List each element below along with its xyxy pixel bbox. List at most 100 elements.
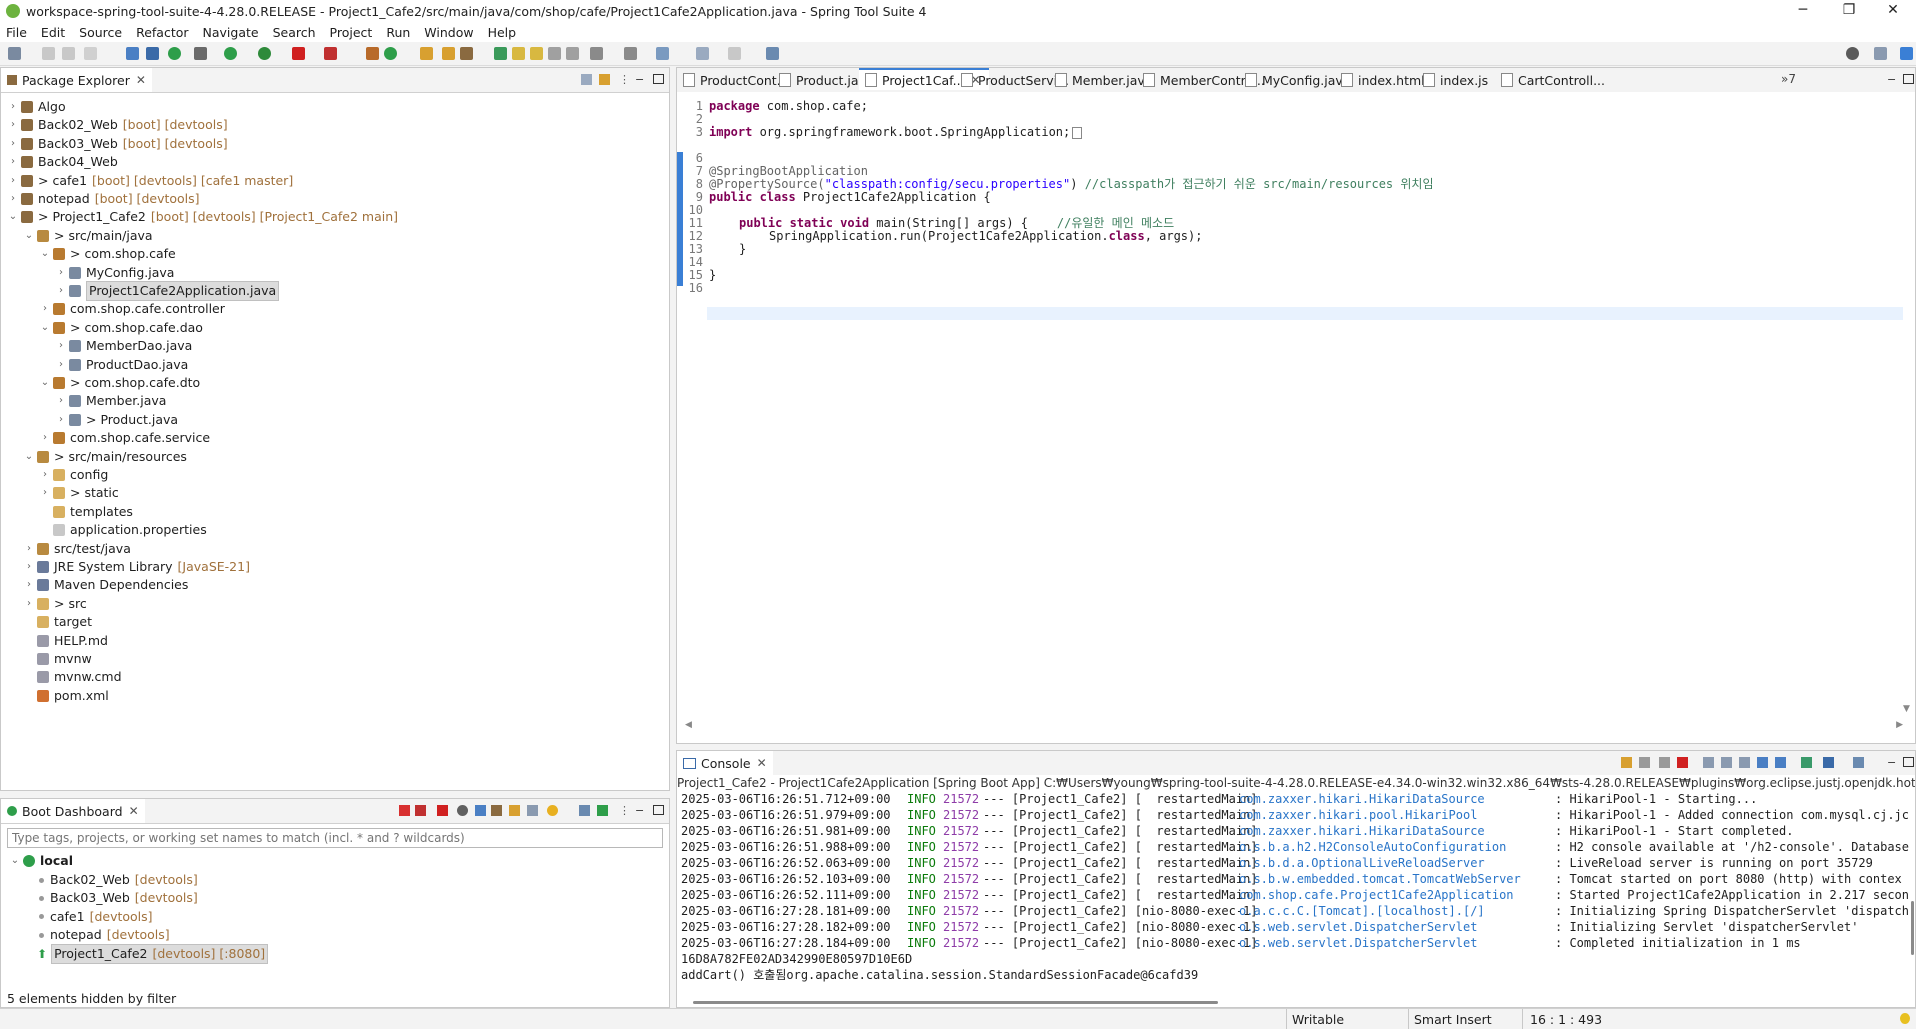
terminate-icon[interactable] bbox=[1677, 757, 1688, 768]
close-icon[interactable]: ✕ bbox=[136, 73, 146, 87]
edit-icon[interactable] bbox=[509, 805, 520, 816]
chevron-right-icon[interactable]: › bbox=[7, 135, 19, 153]
chevron-down-icon[interactable]: ⌄ bbox=[39, 245, 51, 263]
minimize-view-icon[interactable]: − bbox=[1887, 757, 1898, 768]
maximize-view-icon[interactable] bbox=[1903, 74, 1914, 84]
new-java-project-icon[interactable] bbox=[366, 47, 379, 60]
menu-edit[interactable]: Edit bbox=[41, 25, 65, 40]
tree-item[interactable]: ⌄ > com.shop.cafe bbox=[39, 245, 181, 263]
maximize-button[interactable]: ❐ bbox=[1826, 0, 1872, 22]
tree-item[interactable]: › com.shop.cafe.controller bbox=[39, 300, 230, 318]
java-perspective-icon[interactable] bbox=[1900, 47, 1913, 60]
close-button[interactable]: ✕ bbox=[1870, 0, 1916, 22]
tree-item[interactable]: › > cafe1 [boot] [devtools] [cafe1 master] bbox=[7, 172, 293, 190]
toggle-highlight-icon[interactable] bbox=[530, 47, 543, 60]
boot-app-item[interactable]: notepad [devtools] bbox=[37, 926, 170, 944]
open-type-icon[interactable] bbox=[420, 47, 433, 60]
pin-console-icon[interactable] bbox=[1775, 757, 1786, 768]
collapse-all-icon[interactable] bbox=[581, 74, 592, 85]
boot-app-item[interactable]: Back03_Web [devtools] bbox=[37, 889, 198, 907]
console-hscroll-thumb[interactable] bbox=[693, 1001, 1218, 1004]
console-tab[interactable]: Console ✕ bbox=[677, 751, 773, 775]
boot-app-item[interactable]: Back02_Web [devtools] bbox=[37, 871, 198, 889]
stop-icon[interactable] bbox=[292, 47, 305, 60]
boot-app-item[interactable]: cafe1 [devtools] bbox=[37, 908, 153, 926]
block-selection-icon[interactable] bbox=[548, 47, 561, 60]
close-icon[interactable]: ✕ bbox=[757, 756, 767, 770]
start-icon[interactable] bbox=[399, 805, 410, 816]
menu-search[interactable]: Search bbox=[273, 25, 316, 40]
tree-item[interactable]: ⌄ > src/main/java bbox=[23, 227, 158, 245]
tree-item[interactable]: › JRE System Library [JavaSE-21] bbox=[23, 558, 250, 576]
chevron-right-icon[interactable]: › bbox=[39, 484, 51, 502]
menu-refactor[interactable]: Refactor bbox=[136, 25, 188, 40]
remove-all-terminated-icon[interactable] bbox=[1639, 757, 1650, 768]
tree-item[interactable]: target bbox=[23, 613, 97, 631]
search-tool-icon[interactable] bbox=[460, 47, 473, 60]
folded-imports-icon[interactable] bbox=[1072, 126, 1083, 139]
scroll-down-icon[interactable]: ▼ bbox=[1903, 704, 1910, 714]
tree-item[interactable]: ⌄ > src/main/resources bbox=[23, 448, 192, 466]
tree-item[interactable]: › Back04_Web bbox=[7, 153, 123, 171]
minimize-view-icon[interactable]: − bbox=[635, 805, 646, 816]
chevron-down-icon[interactable]: ⌄ bbox=[39, 319, 51, 337]
expose-icon[interactable] bbox=[527, 805, 538, 816]
menu-window[interactable]: Window bbox=[424, 25, 473, 40]
tree-item[interactable]: ⌄ > com.shop.cafe.dao bbox=[39, 319, 208, 337]
tree-item[interactable]: mvnw.cmd bbox=[23, 668, 127, 686]
open-perspective-icon[interactable] bbox=[1874, 47, 1887, 60]
skip-breakpoints-icon[interactable] bbox=[146, 47, 159, 60]
stop-icon[interactable] bbox=[437, 805, 448, 816]
minimize-button[interactable]: ─ bbox=[1780, 0, 1826, 22]
chevron-right-icon[interactable]: › bbox=[39, 429, 51, 447]
tree-item[interactable]: › MyConfig.java bbox=[55, 264, 179, 282]
chevron-down-icon[interactable]: ⌄ bbox=[7, 208, 19, 226]
word-wrap-icon[interactable] bbox=[1721, 757, 1732, 768]
display-console-icon[interactable] bbox=[1801, 757, 1812, 768]
search-icon[interactable] bbox=[1846, 47, 1859, 60]
tab-overflow[interactable]: »7 bbox=[1781, 72, 1796, 86]
boot-filter-input[interactable] bbox=[7, 828, 663, 848]
view-menu-icon[interactable]: ⋮ bbox=[619, 805, 630, 816]
next-annotation-icon[interactable] bbox=[590, 47, 603, 60]
previous-annotation-icon[interactable] bbox=[624, 47, 637, 60]
open-config-icon[interactable] bbox=[491, 805, 502, 816]
open-browser-icon[interactable] bbox=[475, 805, 486, 816]
horizontal-scrollbar[interactable]: ◀ ▶ bbox=[685, 720, 1903, 730]
open-console-dropdown-icon[interactable] bbox=[1823, 757, 1834, 768]
chevron-right-icon[interactable]: › bbox=[7, 172, 19, 190]
menu-project[interactable]: Project bbox=[330, 25, 373, 40]
tree-item[interactable]: mvnw bbox=[23, 650, 97, 668]
chevron-right-icon[interactable]: › bbox=[55, 356, 67, 374]
tree-item[interactable]: › Member.java bbox=[55, 392, 171, 410]
boot-group-local[interactable]: ⌄ local bbox=[9, 852, 73, 870]
save-icon[interactable] bbox=[42, 47, 55, 60]
clear-console-icon[interactable] bbox=[1659, 757, 1670, 768]
forward-icon[interactable] bbox=[728, 47, 741, 60]
tree-item[interactable]: templates bbox=[39, 503, 138, 521]
pin-editor-icon[interactable] bbox=[766, 47, 779, 60]
back-icon[interactable] bbox=[696, 47, 709, 60]
chevron-down-icon[interactable]: ⌄ bbox=[39, 374, 51, 392]
new-console-icon[interactable] bbox=[1853, 757, 1864, 768]
menu-source[interactable]: Source bbox=[79, 25, 122, 40]
menu-run[interactable]: Run bbox=[386, 25, 410, 40]
chevron-right-icon[interactable]: › bbox=[7, 98, 19, 116]
console-vscroll-thumb[interactable] bbox=[1911, 901, 1914, 955]
debug-icon[interactable] bbox=[194, 47, 207, 60]
menu-navigate[interactable]: Navigate bbox=[203, 25, 259, 40]
chevron-right-icon[interactable]: › bbox=[39, 466, 51, 484]
tree-item[interactable]: › > src bbox=[23, 595, 92, 613]
chevron-right-icon[interactable]: › bbox=[7, 153, 19, 171]
chevron-right-icon[interactable]: › bbox=[39, 300, 51, 318]
chevron-right-icon[interactable]: › bbox=[7, 190, 19, 208]
scroll-right-icon[interactable]: ▶ bbox=[1896, 720, 1903, 730]
coverage-icon[interactable] bbox=[258, 47, 271, 60]
chevron-right-icon[interactable]: › bbox=[23, 558, 35, 576]
tree-item[interactable]: › notepad [boot] [devtools] bbox=[7, 190, 200, 208]
spring-icon[interactable] bbox=[494, 47, 507, 60]
tree-item[interactable]: › MemberDao.java bbox=[55, 337, 197, 355]
scroll-lock-icon[interactable] bbox=[1703, 757, 1714, 768]
tree-item[interactable]: › Back02_Web [boot] [devtools] bbox=[7, 116, 228, 134]
link-editor-icon[interactable] bbox=[599, 74, 610, 85]
